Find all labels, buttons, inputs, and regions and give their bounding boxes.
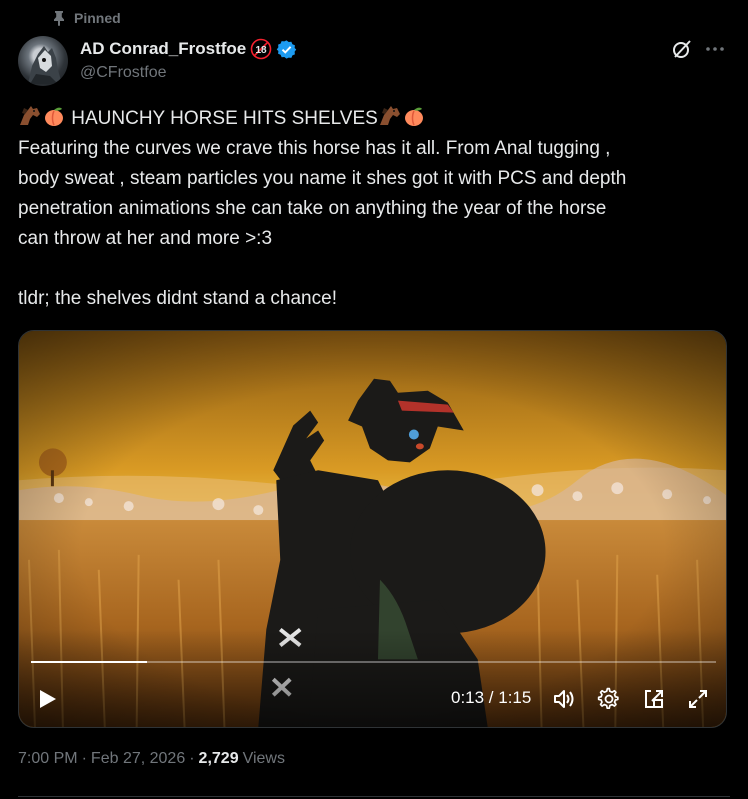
pinned-label: Pinned bbox=[74, 10, 121, 26]
meta-separator: · bbox=[81, 750, 87, 767]
views-label: Views bbox=[242, 750, 285, 767]
tweet-tldr-line: tldr; the shelves didnt stand a chance! bbox=[18, 288, 337, 309]
author-display-name[interactable]: AD Conrad_Frostfoe bbox=[80, 39, 246, 59]
tweet-body-line: Featuring the curves we crave this horse… bbox=[18, 138, 611, 159]
tweet-time[interactable]: 7:00 PM bbox=[18, 750, 78, 768]
video-time: 0:13 / 1:15 bbox=[451, 688, 532, 707]
more-options-icon[interactable] bbox=[703, 38, 727, 60]
avatar[interactable] bbox=[18, 36, 68, 86]
tweet-body-line: can throw at her and more >:3 bbox=[18, 228, 273, 249]
tweet-date[interactable]: Feb 27, 2026 bbox=[91, 750, 185, 768]
play-icon[interactable] bbox=[35, 687, 59, 711]
tweet-body-line: body sweat , steam particles you name it… bbox=[18, 168, 627, 189]
video-progress-bar[interactable] bbox=[31, 661, 716, 663]
pinned-indicator: Pinned bbox=[52, 10, 121, 26]
tweet-headline-line: HAUNCHY HORSE HITS SHELVES bbox=[18, 104, 730, 134]
grok-icon[interactable] bbox=[671, 38, 693, 60]
age-badge-text: 18 bbox=[256, 45, 268, 56]
tweet-body-line: penetration animations she can take on a… bbox=[18, 198, 607, 219]
peach-emoji-icon bbox=[45, 107, 63, 126]
tweet-meta: 7:00 PM · Feb 27, 2026 · 2,729 Views bbox=[18, 750, 285, 768]
age-18-badge-icon: 18 bbox=[250, 38, 272, 60]
video-frame[interactable] bbox=[19, 331, 726, 727]
horse-emoji-icon bbox=[20, 106, 40, 125]
author-handle[interactable]: @CFrostfoe bbox=[80, 64, 166, 82]
fullscreen-icon[interactable] bbox=[686, 687, 710, 711]
volume-icon[interactable] bbox=[552, 688, 576, 710]
verified-badge-icon[interactable] bbox=[276, 39, 297, 60]
horse-emoji-icon bbox=[379, 106, 400, 125]
author-name-row[interactable]: AD Conrad_Frostfoe 18 bbox=[80, 38, 297, 60]
tweet-headline: HAUNCHY HORSE HITS SHELVES bbox=[71, 108, 378, 129]
video-progress-fill bbox=[31, 661, 148, 663]
peach-emoji-icon bbox=[404, 107, 423, 126]
settings-gear-icon[interactable] bbox=[597, 687, 621, 711]
divider bbox=[18, 796, 730, 797]
tweet-text: HAUNCHY HORSE HITS SHELVES Featuring the… bbox=[18, 104, 730, 314]
pin-icon bbox=[54, 11, 64, 26]
video-player[interactable]: 0:13 / 1:15 bbox=[18, 330, 727, 728]
views-count: 2,729 bbox=[198, 750, 239, 767]
picture-in-picture-icon[interactable] bbox=[642, 687, 666, 711]
meta-separator: · bbox=[189, 750, 195, 767]
